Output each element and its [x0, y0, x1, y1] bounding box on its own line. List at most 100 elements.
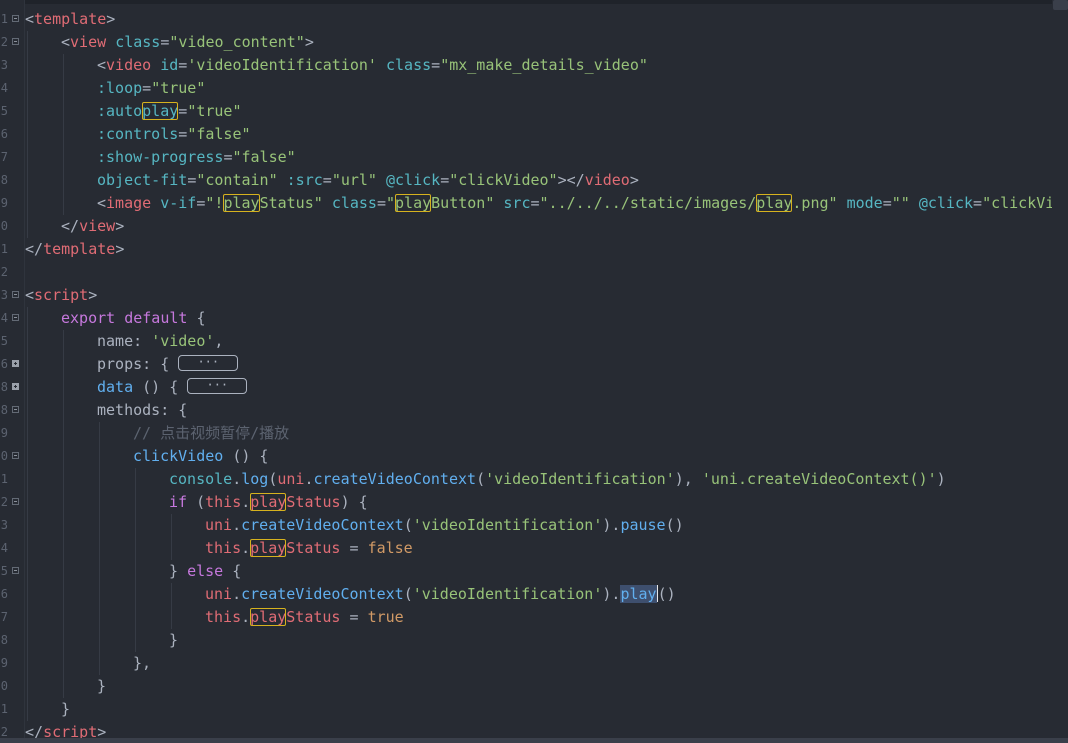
code-text: }: [169, 629, 178, 652]
collapse-fold-icon[interactable]: [12, 567, 19, 574]
code-line[interactable]: 5:autoplay="true": [0, 100, 1068, 123]
code-text: <image v-if="!playStatus" class="playBut…: [97, 192, 1068, 215]
code-line[interactable]: 1 <template>: [0, 8, 1068, 31]
code-line[interactable]: 1 </template>: [0, 238, 1068, 261]
code-token: video: [584, 171, 630, 189]
code-token: </: [61, 217, 80, 235]
code-line[interactable]: 5 name: 'video',: [0, 330, 1068, 353]
expand-fold-icon[interactable]: [12, 360, 19, 367]
code-text: this.playStatus = false: [205, 537, 413, 560]
code-line[interactable]: 9 <image v-if="!playStatus" class="playBu…: [0, 192, 1068, 215]
code-editor[interactable]: 1 <template> 2 <view class="video_content">…: [0, 0, 1068, 743]
code-token: .: [304, 470, 314, 488]
code-token: "url": [331, 171, 377, 189]
collapse-fold-icon[interactable]: [12, 291, 19, 298]
collapse-fold-icon[interactable]: [12, 498, 19, 505]
code-token: @click: [918, 194, 974, 212]
collapse-fold-icon[interactable]: [12, 406, 19, 413]
code-line[interactable]: 2 if (this.playStatus) {: [0, 491, 1068, 514]
code-token: =: [882, 194, 892, 212]
code-token: =: [187, 171, 197, 189]
code-line[interactable]: 7 this.playStatus = true: [0, 606, 1068, 629]
collapse-fold-icon[interactable]: [12, 452, 19, 459]
code-token: default: [124, 309, 188, 327]
code-token: : {: [160, 401, 188, 419]
code-token: "clickVideo": [449, 171, 558, 189]
code-line[interactable]: 0}: [0, 675, 1068, 698]
code-line[interactable]: 4 :loop="true": [0, 77, 1068, 100]
code-line[interactable]: 6 props: { ···: [0, 353, 1068, 376]
search-match-highlight: play: [250, 539, 287, 557]
code-line[interactable]: 3 uni.createVideoContext('videoIdentifica…: [0, 514, 1068, 537]
code-text: props: { ···: [97, 353, 239, 376]
code-token: v-if: [160, 194, 197, 212]
code-text: console.log(uni.createVideoContext('vide…: [169, 468, 946, 491]
search-match-highlight: play: [223, 194, 260, 212]
code-text: data () { ···: [97, 376, 248, 399]
collapse-fold-icon[interactable]: [12, 314, 19, 321]
expand-fold-icon[interactable]: [12, 383, 19, 390]
code-line[interactable]: 1 console.log(uni.createVideoContext('vid…: [0, 468, 1068, 491]
code-line[interactable]: 0 </view>: [0, 215, 1068, 238]
code-token: export: [61, 309, 116, 327]
vertical-scrollbar[interactable]: [1052, 0, 1068, 743]
folded-region-badge[interactable]: ···: [187, 378, 248, 394]
code-line[interactable]: 0 clickVideo () {: [0, 445, 1068, 468]
code-token: .: [241, 493, 251, 511]
code-token: class: [386, 56, 432, 74]
collapse-fold-icon[interactable]: [12, 15, 19, 22]
code-token: <: [97, 194, 107, 212]
code-line[interactable]: 1}: [0, 698, 1068, 721]
code-token: "mx_make_details_video": [440, 56, 648, 74]
code-line[interactable]: 3 <script>: [0, 284, 1068, 307]
code-token: <: [25, 10, 35, 28]
line-number: 4: [0, 81, 8, 95]
line-number: 8: [0, 173, 8, 187]
code-line[interactable]: 5} else {: [0, 560, 1068, 583]
code-token: >: [115, 217, 125, 235]
code-line[interactable]: 8 methods: {: [0, 399, 1068, 422]
code-token: =: [178, 125, 188, 143]
code-token: (): [665, 516, 684, 534]
code-line[interactable]: 4 export default {: [0, 307, 1068, 330]
folded-region-badge[interactable]: ···: [178, 355, 239, 371]
code-line[interactable]: 4 this.playStatus = false: [0, 537, 1068, 560]
code-line[interactable]: 6:controls="false": [0, 123, 1068, 146]
code-token: }: [61, 700, 71, 718]
collapse-fold-icon[interactable]: [12, 38, 19, 45]
code-token: (: [476, 470, 486, 488]
code-line[interactable]: 9 // 点击视频暂停/播放: [0, 422, 1068, 445]
code-token: "true": [187, 102, 242, 120]
code-line[interactable]: 2 <view class="video_content">: [0, 31, 1068, 54]
horizontal-scrollbar[interactable]: [0, 738, 1068, 743]
code-text: this.playStatus = true: [205, 606, 404, 629]
code-line[interactable]: 8 data () { ···: [0, 376, 1068, 399]
code-token: Button": [431, 194, 495, 212]
vertical-scrollbar-thumb[interactable]: [1053, 0, 1068, 10]
line-number: 7: [0, 150, 8, 164]
code-line[interactable]: 9},: [0, 652, 1068, 675]
code-token: @click: [386, 171, 441, 189]
code-token: =: [178, 102, 188, 120]
code-line[interactable]: 6 uni.createVideoContext('videoIdentifica…: [0, 583, 1068, 606]
code-line[interactable]: 3 <video id='videoIdentification' class="…: [0, 54, 1068, 77]
code-text: :loop="true": [97, 77, 205, 100]
code-token: mode: [846, 194, 883, 212]
code-line[interactable]: 2: [0, 261, 1068, 284]
line-number: 6: [0, 127, 8, 141]
code-text: </view>: [61, 215, 124, 238]
code-line[interactable]: 8 object-fit="contain" :src="url" @click=…: [0, 169, 1068, 192]
code-token: :loop: [97, 79, 143, 97]
code-line[interactable]: 7:show-progress="false": [0, 146, 1068, 169]
code-token: =: [431, 56, 441, 74]
code-text: if (this.playStatus) {: [169, 491, 368, 514]
code-token: :src: [286, 171, 323, 189]
code-token: console: [169, 470, 233, 488]
code-token: =: [376, 194, 386, 212]
code-token: ) {: [340, 493, 368, 511]
code-token: uni: [205, 585, 233, 603]
line-number: 3: [0, 288, 8, 302]
code-line[interactable]: 8}: [0, 629, 1068, 652]
